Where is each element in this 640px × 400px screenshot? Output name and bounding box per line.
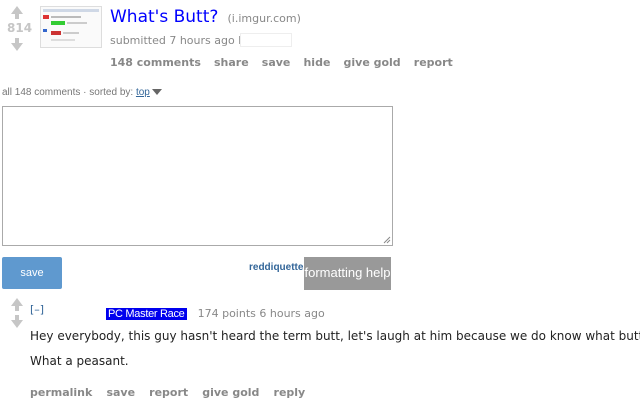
save-post-button[interactable]: save [262,56,291,69]
comments-count-label: all 148 comments · sorted by: [2,87,134,98]
upvote-arrow-icon[interactable] [11,6,23,19]
collapse-toggle[interactable]: [–] [30,303,44,316]
user-flair: PC Master Race [106,308,187,320]
post-vote: 814 [7,6,32,51]
permalink-button[interactable]: permalink [30,386,92,399]
comment-buttons: permalink save report give gold reply [30,381,314,400]
post-author[interactable] [240,33,292,47]
comments-sort-bar: all 148 comments · sorted by: top [2,87,162,98]
comment-save-button[interactable]: save [106,386,135,399]
give-gold-button[interactable]: give gold [344,56,401,69]
post-title[interactable]: What's Butt? [110,7,218,27]
downvote-arrow-icon[interactable] [11,38,23,51]
formatting-help-button[interactable]: formatting help [304,257,391,290]
post-domain[interactable]: (i.imgur.com) [228,12,301,25]
chevron-down-icon[interactable] [151,89,162,96]
post-buttons: 148 comments share save hide give gold r… [110,51,461,70]
comment-report-button[interactable]: report [149,386,188,399]
thumbnail-image [43,9,99,41]
post-score: 814 [7,21,33,35]
post-thumbnail[interactable] [40,6,102,48]
reddiquette-link[interactable]: reddiquette [249,262,303,273]
comment-body-line-1: Hey everybody, this guy hasn't heard the… [30,329,640,343]
reply-button[interactable]: reply [274,386,306,399]
share-button[interactable]: share [214,56,249,69]
resize-grip-icon[interactable] [383,236,391,244]
post-title-line: What's Butt? (i.imgur.com) [110,7,301,27]
comment-body-line-2: What a peasant. [30,354,129,368]
comment-downvote-arrow-icon[interactable] [11,315,23,328]
comment-upvote-arrow-icon[interactable] [11,298,23,311]
comment-header: PC Master Race 174 points 6 hours ago [106,302,325,321]
comment-meta: 174 points 6 hours ago [197,307,325,320]
save-comment-button[interactable]: save [2,257,62,289]
tagline-text: submitted 7 hours ago by [110,34,252,47]
report-button[interactable]: report [414,56,453,69]
comment-vote [11,298,23,328]
comment-textarea[interactable] [2,106,393,246]
hide-button[interactable]: hide [303,56,330,69]
comments-link[interactable]: 148 comments [110,56,201,69]
post-tagline: submitted 7 hours ago by [110,34,252,47]
comment-give-gold-button[interactable]: give gold [202,386,259,399]
sort-dropdown[interactable]: top [136,87,150,98]
